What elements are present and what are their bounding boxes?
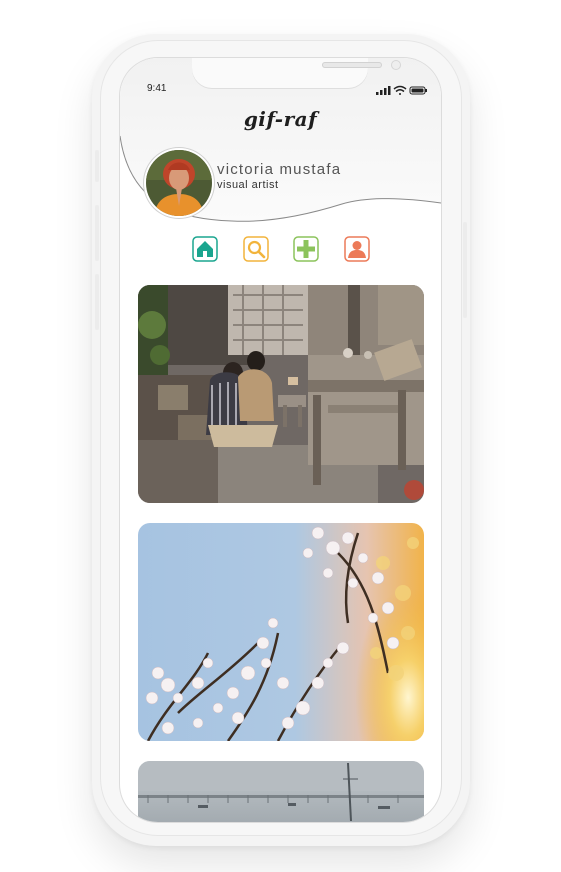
battery-icon [409,86,427,95]
blossom-scene [138,523,424,741]
avatar[interactable] [146,150,212,216]
avatar-portrait [146,150,212,216]
pier-scene [138,761,424,822]
phone-screen: 9:41 gif-raf victoria mustafa visual art… [120,58,441,822]
profile-icon [344,236,370,262]
mute-switch [95,150,99,182]
search-icon [243,236,269,262]
nav-add-button[interactable] [293,236,319,262]
feed-photo-blossoms[interactable] [138,523,424,741]
nav-home-button[interactable] [192,236,218,262]
volume-down-button [95,274,99,330]
nav-profile-button[interactable] [344,236,370,262]
feed-photo-workshop[interactable] [138,285,424,503]
workshop-scene [138,285,424,503]
add-icon [293,236,319,262]
power-button [463,222,467,318]
signal-icon [376,86,391,95]
app-title: gif-raf [243,107,318,131]
wifi-icon [393,85,407,95]
nav-search-button[interactable] [243,236,269,262]
volume-up-button [95,205,99,261]
home-icon [192,236,218,262]
speaker-grille [322,62,382,68]
feed-photo-pier[interactable] [138,761,424,822]
bottom-nav [120,236,441,266]
status-time: 9:41 [147,83,167,94]
notch [192,58,401,88]
profile-role: visual artist [217,179,279,191]
front-camera [391,60,401,70]
profile-name: victoria mustafa [217,161,342,178]
status-icons [376,85,427,95]
